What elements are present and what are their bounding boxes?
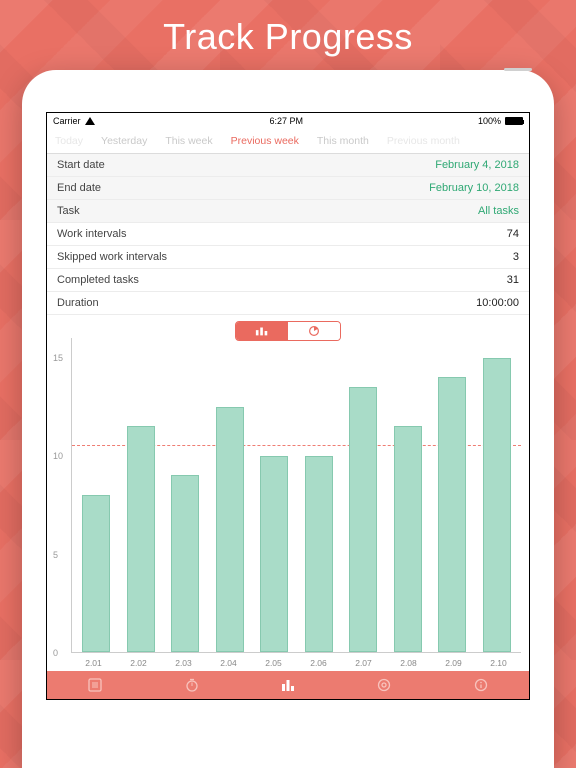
row-work-intervals: Work intervals 74 xyxy=(47,223,529,246)
carrier-label: Carrier xyxy=(53,116,81,126)
x-tick: 2.10 xyxy=(490,658,507,668)
skipped-intervals-value: 3 xyxy=(513,251,519,263)
settings-icon xyxy=(376,677,392,693)
row-start-date[interactable]: Start date February 4, 2018 xyxy=(47,154,529,177)
chart: 051015 2.012.022.032.042.052.062.072.082… xyxy=(47,338,529,671)
x-tick: 2.08 xyxy=(400,658,417,668)
duration-value: 10:00:00 xyxy=(476,297,519,309)
bar xyxy=(260,456,288,652)
clock: 6:27 PM xyxy=(269,116,303,126)
tab-info[interactable] xyxy=(470,674,492,696)
x-tick: 2.04 xyxy=(220,658,237,668)
start-date-label: Start date xyxy=(57,159,105,171)
period-tabs[interactable]: Today Yesterday This week Previous week … xyxy=(47,129,529,153)
x-tick: 2.01 xyxy=(85,658,102,668)
bar-chart-icon xyxy=(255,325,269,337)
task-label: Task xyxy=(57,205,80,217)
bar xyxy=(483,358,511,652)
tab-settings[interactable] xyxy=(373,674,395,696)
x-axis: 2.01 2.02 2.03 2.04 2.05 2.06 2.07 2.08 2.09 2.10 xyxy=(71,655,521,671)
bar xyxy=(127,426,155,652)
task-value: All tasks xyxy=(478,205,519,217)
meta-section: Start date February 4, 2018 End date Feb… xyxy=(47,153,529,315)
pie-chart-icon xyxy=(307,325,321,337)
duration-label: Duration xyxy=(57,297,99,309)
tablet-frame: Carrier 6:27 PM 100% Today Yesterday Thi… xyxy=(22,70,554,768)
x-tick: 2.07 xyxy=(355,658,372,668)
plot-area xyxy=(71,338,521,653)
completed-tasks-value: 31 xyxy=(507,274,519,286)
x-tick: 2.09 xyxy=(445,658,462,668)
work-intervals-value: 74 xyxy=(507,228,519,240)
tab-this-month[interactable]: This month xyxy=(317,135,369,147)
x-tick: 2.02 xyxy=(130,658,147,668)
bar xyxy=(438,377,466,652)
battery-percent: 100% xyxy=(478,116,501,126)
bars-container xyxy=(72,338,521,652)
tab-this-week[interactable]: This week xyxy=(165,135,212,147)
bar xyxy=(305,456,333,652)
stats-icon xyxy=(280,677,296,693)
tab-list[interactable] xyxy=(84,674,106,696)
end-date-value: February 10, 2018 xyxy=(429,182,519,194)
y-tick: 15 xyxy=(53,353,63,363)
work-intervals-label: Work intervals xyxy=(57,228,126,240)
tab-stats[interactable] xyxy=(277,674,299,696)
row-task[interactable]: Task All tasks xyxy=(47,200,529,223)
row-skipped-intervals: Skipped work intervals 3 xyxy=(47,246,529,269)
timer-icon xyxy=(184,677,200,693)
battery-icon xyxy=(505,117,523,125)
info-icon xyxy=(473,677,489,693)
y-axis: 051015 xyxy=(53,338,69,653)
row-completed-tasks: Completed tasks 31 xyxy=(47,269,529,292)
completed-tasks-label: Completed tasks xyxy=(57,274,139,286)
x-tick: 2.06 xyxy=(310,658,327,668)
x-tick: 2.05 xyxy=(265,658,282,668)
status-bar: Carrier 6:27 PM 100% xyxy=(47,113,529,129)
x-tick: 2.03 xyxy=(175,658,192,668)
start-date-value: February 4, 2018 xyxy=(435,159,519,171)
bar xyxy=(349,387,377,652)
app-screen: Carrier 6:27 PM 100% Today Yesterday Thi… xyxy=(46,112,530,700)
bar xyxy=(394,426,422,652)
bar xyxy=(216,407,244,652)
tab-yesterday[interactable]: Yesterday xyxy=(101,135,147,147)
hero-title: Track Progress xyxy=(0,0,576,70)
y-tick: 10 xyxy=(53,451,63,461)
wifi-icon xyxy=(85,117,95,125)
bar xyxy=(82,495,110,652)
tab-previous-week[interactable]: Previous week xyxy=(231,135,299,147)
y-tick: 5 xyxy=(53,550,58,560)
tab-bar xyxy=(47,671,529,699)
skipped-intervals-label: Skipped work intervals xyxy=(57,251,167,263)
y-tick: 0 xyxy=(53,648,58,658)
bar xyxy=(171,475,199,652)
tab-today[interactable]: Today xyxy=(55,135,83,147)
row-duration: Duration 10:00:00 xyxy=(47,292,529,315)
end-date-label: End date xyxy=(57,182,101,194)
list-icon xyxy=(87,677,103,693)
tab-previous-month[interactable]: Previous month xyxy=(387,135,460,147)
row-end-date[interactable]: End date February 10, 2018 xyxy=(47,177,529,200)
tab-timer[interactable] xyxy=(181,674,203,696)
